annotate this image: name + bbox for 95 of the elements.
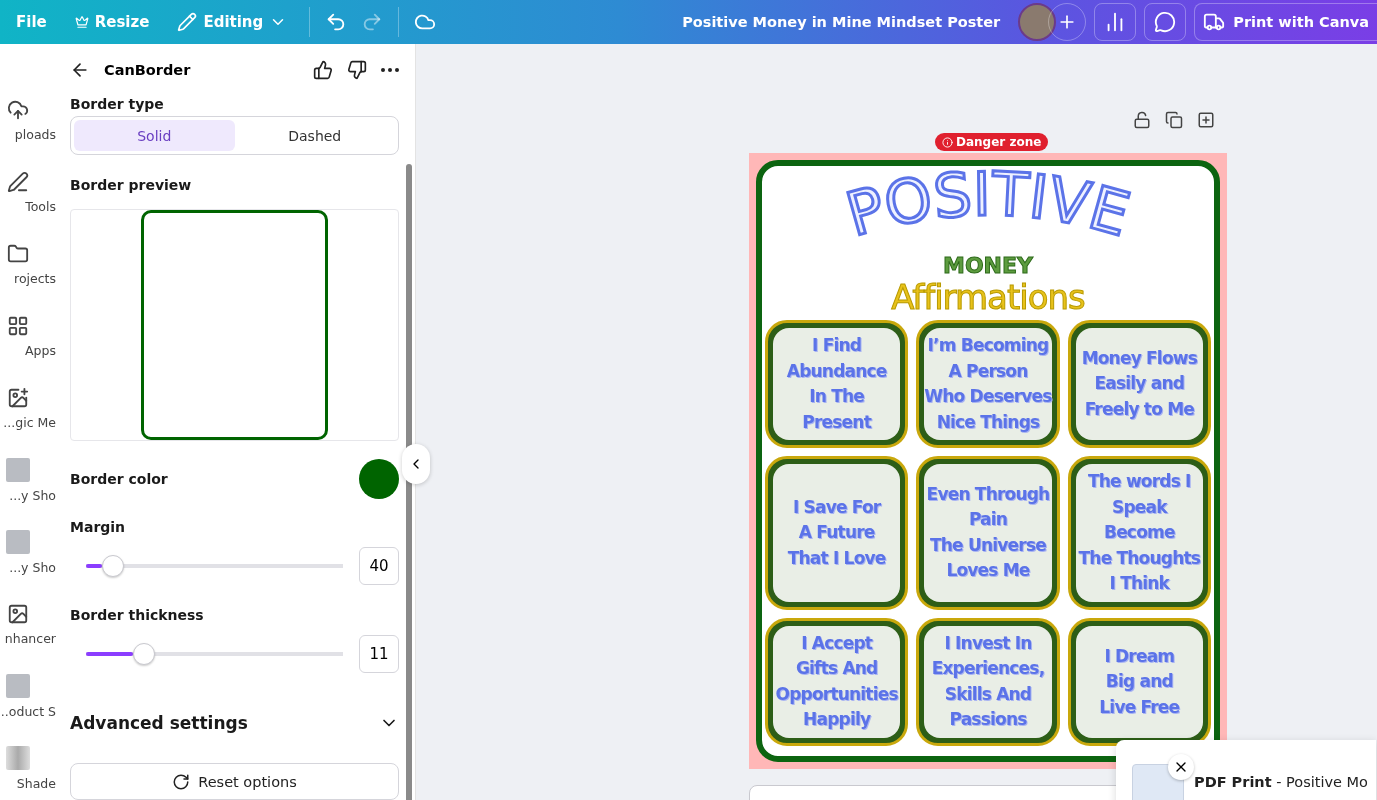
- comment-button[interactable]: [1144, 3, 1187, 41]
- truck-icon: [1203, 11, 1226, 33]
- duplicate-icon[interactable]: [1165, 111, 1183, 129]
- affirmation-text: The words I: [1088, 470, 1191, 494]
- folder-icon: [7, 242, 29, 265]
- affirmation-text: Nice Things: [936, 410, 1040, 434]
- sidebar-item[interactable]: oduct S...: [0, 660, 56, 732]
- poster-heading: Affirmations: [891, 278, 1085, 316]
- affirmation-text: I Find: [812, 334, 862, 358]
- danger-zone-badge: Danger zone: [935, 133, 1049, 151]
- affirmation-text: Easily and: [1094, 372, 1185, 396]
- sidebar-item[interactable]: nhancer: [0, 588, 56, 660]
- sidebar-item[interactable]: y Sho...: [0, 444, 56, 516]
- sidebar-item[interactable]: rojects: [0, 228, 56, 300]
- pen-icon: [7, 170, 29, 193]
- thumbnail-image: [6, 529, 30, 554]
- slider-label: Border thickness: [70, 607, 205, 623]
- sidebar-item[interactable]: ploads: [0, 84, 56, 156]
- affirmation-text: I Think: [1109, 572, 1170, 596]
- affirmation-text: Loves Me: [946, 559, 1030, 583]
- affirmation-text: Skills And: [944, 682, 1032, 706]
- add-page-icon[interactable]: [1197, 111, 1215, 129]
- collapse-button[interactable]: [402, 444, 430, 484]
- sidebar-item[interactable]: Apps: [0, 300, 56, 372]
- sidebar-item[interactable]: Tools: [0, 156, 56, 228]
- affirmation-text: I Accept: [801, 631, 873, 655]
- affirmation-text: A Future: [798, 521, 875, 545]
- affirmation-text: Money Flows: [1081, 346, 1197, 370]
- affirmation-text: A Person: [948, 359, 1028, 383]
- color-swatch[interactable]: [359, 459, 399, 499]
- slider-thumb[interactable]: [102, 555, 125, 577]
- affirmation-text: Passions: [949, 708, 1027, 732]
- affirmation-text: I Invest In: [944, 631, 1032, 655]
- image-icon: [7, 602, 29, 625]
- document-title[interactable]: Positive Money in Mine Mindset Poster: [682, 14, 1001, 30]
- thumbs-down-icon: [347, 60, 367, 80]
- more-button[interactable]: [381, 68, 399, 72]
- pencil-icon: [177, 12, 198, 32]
- affirmation-text: Big and: [1105, 670, 1173, 694]
- print-button[interactable]: Print with Canva: [1194, 3, 1377, 41]
- section-label: Border type: [70, 96, 165, 112]
- number-field[interactable]: 40: [359, 547, 399, 585]
- poster-subtitle: MONEY: [943, 254, 1033, 278]
- affirmation-text: Speak: [1111, 495, 1167, 519]
- number-field[interactable]: 11: [359, 635, 399, 673]
- advanced-settings-toggle[interactable]: Advanced settings: [70, 713, 399, 733]
- affirmation-text: Become: [1103, 521, 1175, 545]
- cloud-upload-icon: [7, 98, 29, 121]
- affirmation-text: Present: [802, 410, 871, 434]
- thumbs-down-button[interactable]: [347, 60, 367, 80]
- thumbnail-image: [6, 457, 30, 482]
- affirmation-text: That I Love: [787, 546, 886, 570]
- affirmation-text: Experiences,: [931, 657, 1045, 681]
- info-icon: [942, 136, 953, 148]
- crown-icon: [74, 15, 89, 29]
- affirmation-text: Who Deserves: [924, 385, 1052, 409]
- segment-tab[interactable]: Dashed: [234, 120, 395, 151]
- slider-thumb[interactable]: [133, 643, 155, 665]
- panel-title: CanBorder: [104, 62, 192, 78]
- affirmation-text: Even Through: [926, 483, 1050, 506]
- affirmation-text: Pain: [968, 508, 1008, 532]
- image-sparkle-icon: [7, 386, 29, 409]
- sidebar-item[interactable]: Shade: [0, 732, 56, 800]
- affirmation-text: Abundance: [786, 359, 887, 383]
- affirmation-text: Live Free: [1099, 695, 1180, 719]
- thumbs-up-button[interactable]: [313, 60, 333, 80]
- segment-tab[interactable]: Solid: [74, 120, 235, 151]
- thumbnail-image: [6, 673, 30, 698]
- affirmation-text: The Thoughts: [1078, 546, 1201, 570]
- affirmation-text: Opportunities: [775, 682, 898, 706]
- affirmation-text: In The: [809, 385, 865, 409]
- section-label: Border color: [70, 471, 168, 487]
- affirmation-text: I’m Becoming: [927, 334, 1049, 358]
- affirmation-text: The Universe: [930, 534, 1046, 557]
- affirmation-text: I Save For: [792, 495, 881, 519]
- unlock-icon[interactable]: [1133, 111, 1151, 129]
- apps-icon: [7, 314, 29, 337]
- more-icon: [381, 68, 399, 72]
- comment-icon: [1154, 11, 1177, 33]
- reset-icon: [172, 772, 191, 791]
- sidebar-item[interactable]: gic Me...: [0, 372, 56, 444]
- affirmation-text: Happily: [803, 708, 871, 732]
- thumbs-up-icon: [313, 60, 333, 80]
- affirmation-text: Freely to Me: [1084, 397, 1194, 421]
- gradient-thumbnail: [6, 745, 30, 770]
- affirmation-text: Gifts And: [795, 657, 878, 681]
- reset-button[interactable]: Reset options: [70, 763, 399, 800]
- poster-title: POSITIVE: [838, 166, 1138, 250]
- section-label: Border preview: [70, 177, 193, 193]
- chart-button[interactable]: [1094, 3, 1137, 41]
- close-button[interactable]: [1168, 754, 1194, 780]
- notification-text: PDF Print - Positive Mo: [1194, 774, 1368, 790]
- slider-label: Margin: [70, 519, 127, 535]
- affirmation-text: I Dream: [1104, 644, 1175, 668]
- sidebar-item[interactable]: y Sho...: [0, 516, 56, 588]
